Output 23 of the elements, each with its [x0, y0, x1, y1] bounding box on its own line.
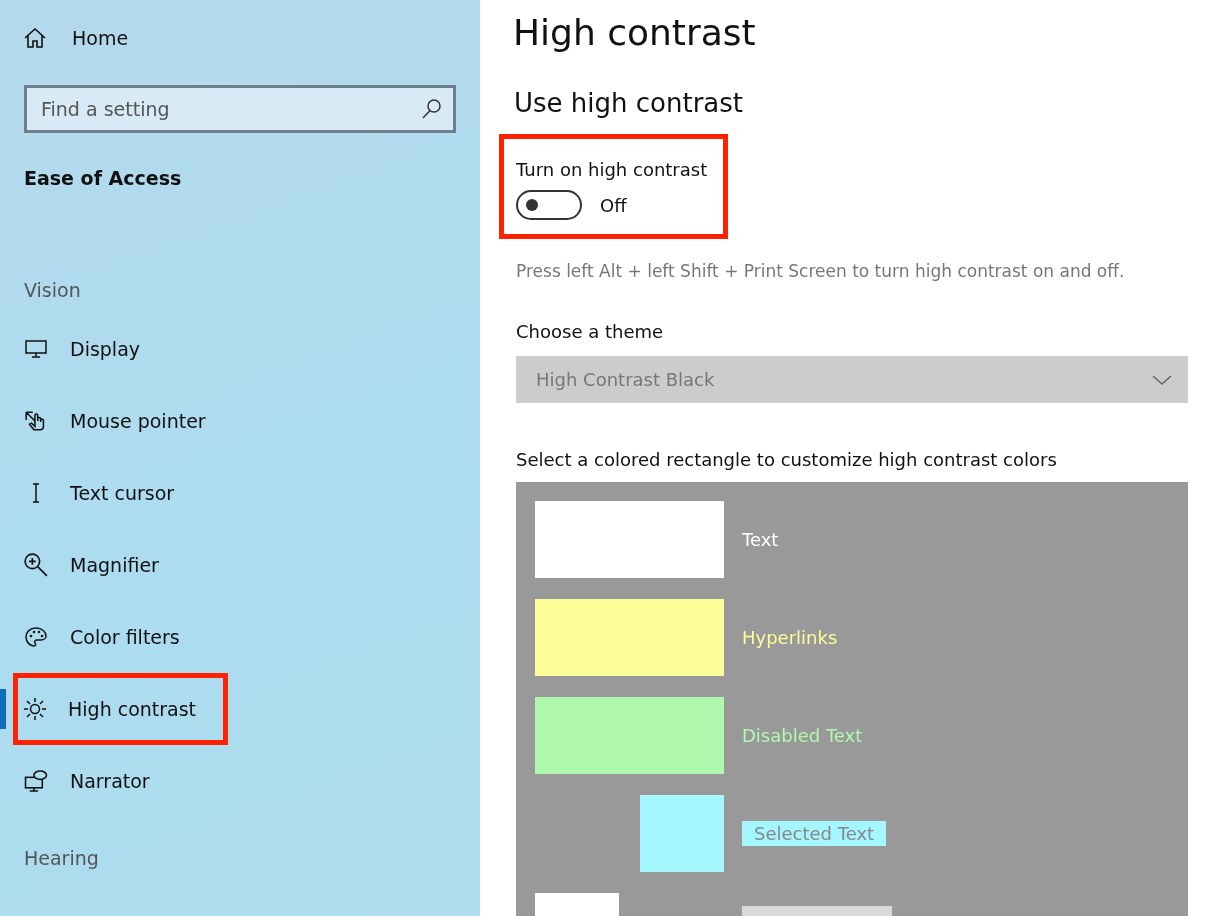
color-label: Text — [742, 529, 779, 550]
color-label: Disabled Text — [742, 725, 863, 746]
toggle-state: Off — [600, 194, 627, 216]
group-heading: Hearing — [24, 847, 100, 871]
nav-item[interactable]: Mouse pointer — [0, 401, 210, 441]
home-link[interactable]: Home — [24, 17, 129, 59]
page-title: High contrast — [513, 12, 756, 55]
nav-item[interactable]: Color filters — [0, 617, 184, 657]
nav-item[interactable]: Display — [0, 329, 145, 369]
toggle-label: Turn on high contrast — [516, 159, 708, 180]
field-label: Choose a theme — [516, 321, 664, 342]
section-heading: Use high contrast — [514, 88, 744, 120]
color-label: Hyperlinks — [742, 627, 838, 648]
nav-item[interactable]: High contrast — [0, 689, 201, 729]
hint-text: Press left Alt + left Shift + Print Screen to turn high contrast on and off. — [516, 261, 1125, 281]
nav-item[interactable]: Magnifier — [0, 545, 163, 585]
nav-item[interactable]: Text cursor — [0, 473, 179, 513]
section-heading: Ease of Access — [24, 167, 183, 191]
color-label: Selected Text — [742, 821, 887, 846]
field-label: Select a colored rectangle to customize high contrast colors — [516, 449, 1057, 470]
group-heading: Vision — [24, 279, 82, 303]
nav-item[interactable]: Narrator — [0, 761, 154, 801]
search-field[interactable]: Find a setting — [24, 85, 456, 133]
